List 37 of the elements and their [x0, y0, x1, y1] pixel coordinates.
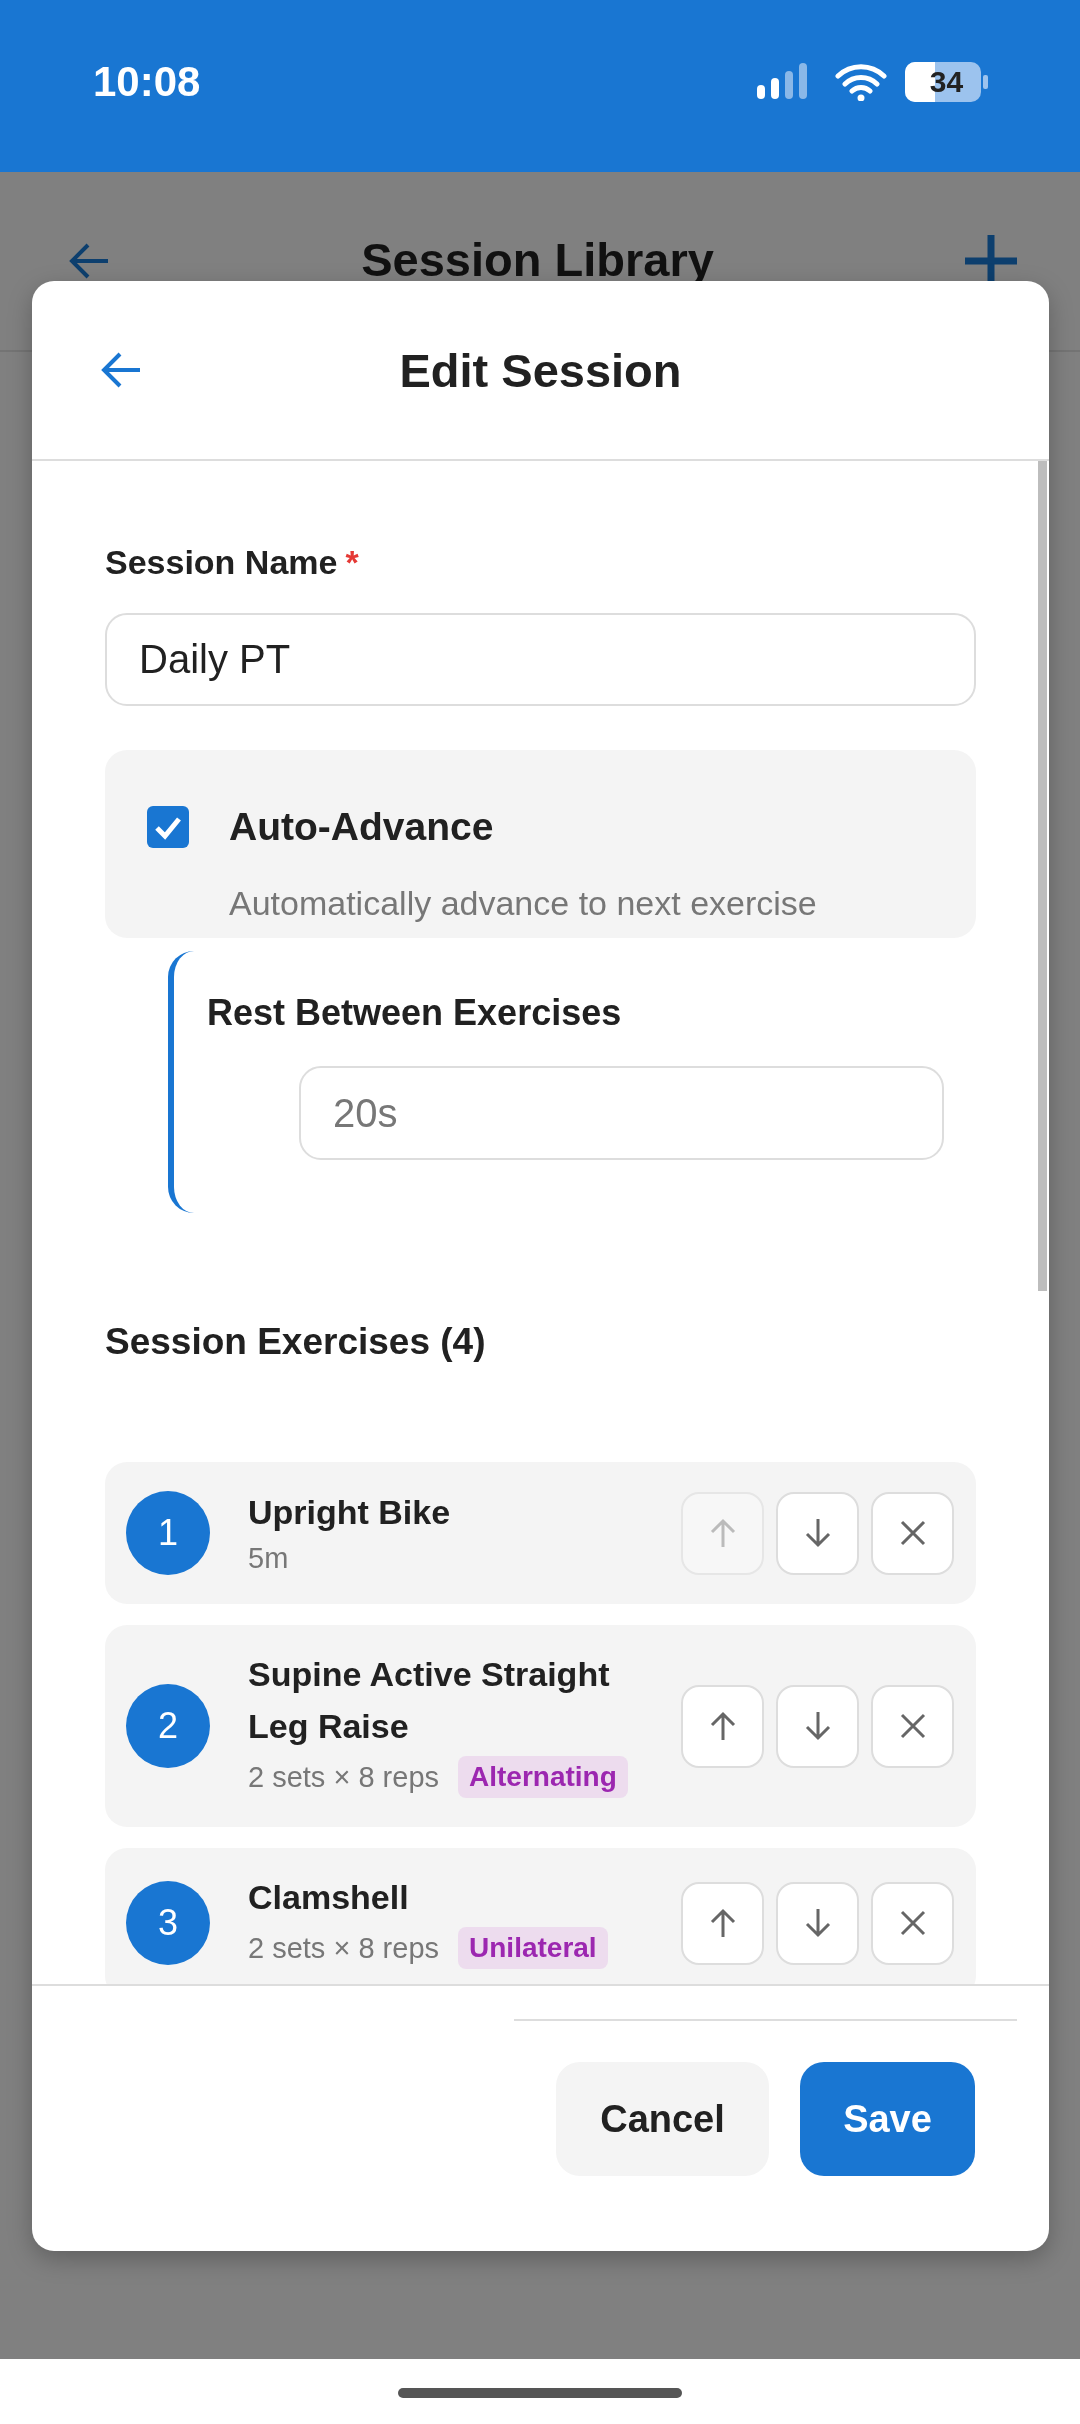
cancel-button[interactable]: Cancel — [556, 2062, 769, 2176]
battery-level: 34 — [929, 65, 964, 99]
order-number: 1 — [126, 1491, 210, 1575]
checkbox[interactable] — [147, 806, 189, 849]
checkbox-label: Auto-Advance — [229, 805, 495, 850]
status-time: 10:08 — [93, 58, 202, 106]
move-down-button[interactable] — [776, 1491, 859, 1575]
exercise-tag: Alternating — [458, 1756, 628, 1798]
screen-title: Session Library — [360, 231, 715, 287]
order-number: 2 — [126, 1684, 210, 1768]
rest-time-field[interactable]: 20s — [299, 1066, 944, 1160]
session-name-field[interactable]: Daily PT — [105, 613, 976, 706]
required-mark: * — [345, 542, 359, 583]
exercise-detail: 5m — [248, 1541, 289, 1575]
move-down-button[interactable] — [776, 1684, 859, 1768]
checkbox-description: Automatically advance to next exercise — [229, 883, 818, 923]
move-up-button[interactable] — [681, 1881, 764, 1965]
exercise-name: Clamshell — [248, 1877, 410, 1918]
remove-button[interactable] — [871, 1881, 954, 1965]
move-up-button[interactable] — [681, 1684, 764, 1768]
exercise-name: Supine Active Straight Leg Raise — [248, 1654, 611, 1747]
section-heading: Session Exercises (4) — [105, 1320, 487, 1364]
exercise-detail: 2 sets × 8 reps — [248, 1760, 440, 1794]
exercise-detail: 2 sets × 8 reps — [248, 1931, 440, 1965]
exercise-tag: Unilateral — [458, 1927, 608, 1969]
field-label: Session Name — [105, 542, 338, 583]
scrollbar[interactable] — [1038, 461, 1047, 1291]
dialog-title: Edit Session — [399, 343, 682, 397]
battery-icon — [905, 62, 988, 102]
order-number: 3 — [126, 1881, 210, 1965]
field-label: Rest Between Exercises — [207, 991, 623, 1035]
remove-button[interactable] — [871, 1684, 954, 1768]
move-down-button[interactable] — [776, 1881, 859, 1965]
save-button[interactable]: Save — [800, 2062, 975, 2176]
exercise-name: Upright Bike — [248, 1491, 452, 1533]
remove-button[interactable] — [871, 1491, 954, 1575]
wifi-icon — [835, 63, 887, 101]
